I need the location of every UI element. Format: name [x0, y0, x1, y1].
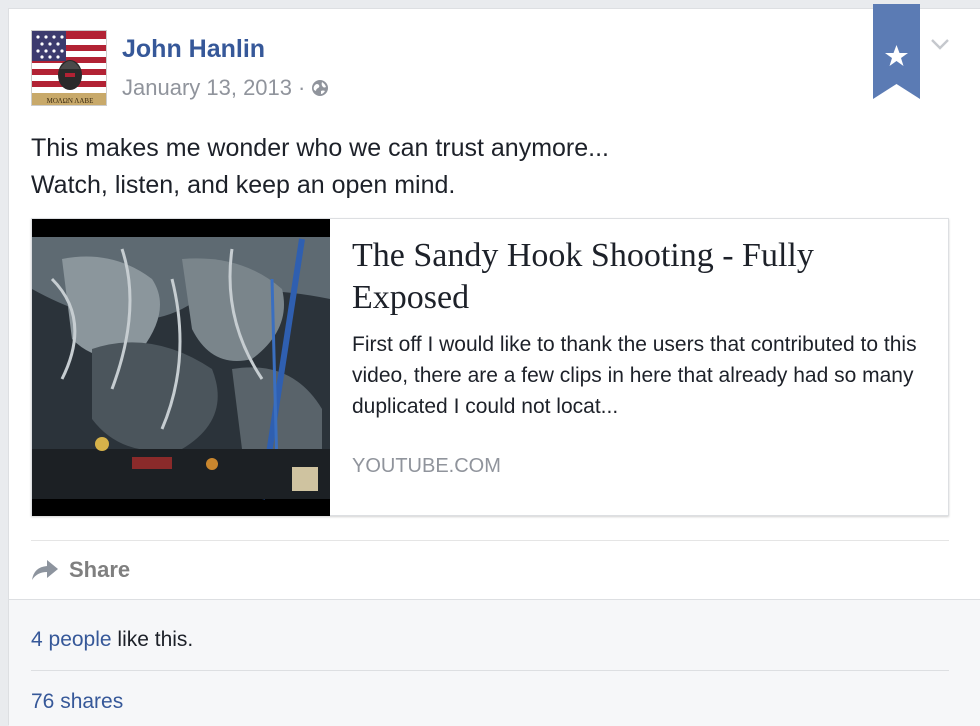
post-text-line: Watch, listen, and keep an open mind.: [31, 171, 456, 199]
post-text: This makes me wonder who we can trust an…: [31, 130, 931, 204]
bookmark-star-icon[interactable]: [873, 4, 920, 99]
post-meta: January 13, 2013 ·: [122, 75, 329, 101]
flag-avatar-image: ΜΟΛΩΝ ΛΑΒΕ: [32, 31, 106, 105]
avatar[interactable]: ΜΟΛΩΝ ΛΑΒΕ: [31, 30, 107, 106]
meta-separator: ·: [298, 75, 306, 100]
shares-link[interactable]: 76 shares: [31, 690, 123, 714]
video-thumbnail-image: [32, 219, 330, 516]
link-title[interactable]: The Sandy Hook Shooting - Fully Exposed: [352, 235, 932, 319]
post-text-line: This makes me wonder who we can trust an…: [31, 134, 610, 162]
globe-icon[interactable]: [311, 79, 329, 97]
link-domain: YOUTUBE.COM: [352, 455, 501, 477]
chevron-down-icon[interactable]: [930, 37, 950, 51]
avatar-banner-text: ΜΟΛΩΝ ΛΑΒΕ: [47, 97, 94, 105]
divider: [31, 670, 949, 671]
likes-suffix: like this.: [111, 628, 194, 651]
link-description: First off I would like to thank the user…: [352, 333, 917, 418]
post-footer: 4 people like this. 76 shares: [9, 599, 980, 726]
link-preview-card[interactable]: The Sandy Hook Shooting - Fully Exposed …: [31, 218, 949, 516]
feed-post: ΜΟΛΩΝ ΛΑΒΕ John Hanlin January 13, 2013 …: [8, 4, 980, 726]
likes-summary: 4 people like this.: [31, 628, 193, 652]
post-date[interactable]: January 13, 2013: [122, 75, 292, 101]
share-button[interactable]: Share: [31, 555, 130, 585]
share-label: Share: [69, 557, 131, 582]
share-arrow-icon: [32, 560, 58, 580]
divider: [31, 540, 949, 541]
link-thumbnail[interactable]: [32, 219, 330, 516]
author-name[interactable]: John Hanlin: [122, 35, 265, 64]
likes-link[interactable]: 4 people: [31, 628, 112, 651]
